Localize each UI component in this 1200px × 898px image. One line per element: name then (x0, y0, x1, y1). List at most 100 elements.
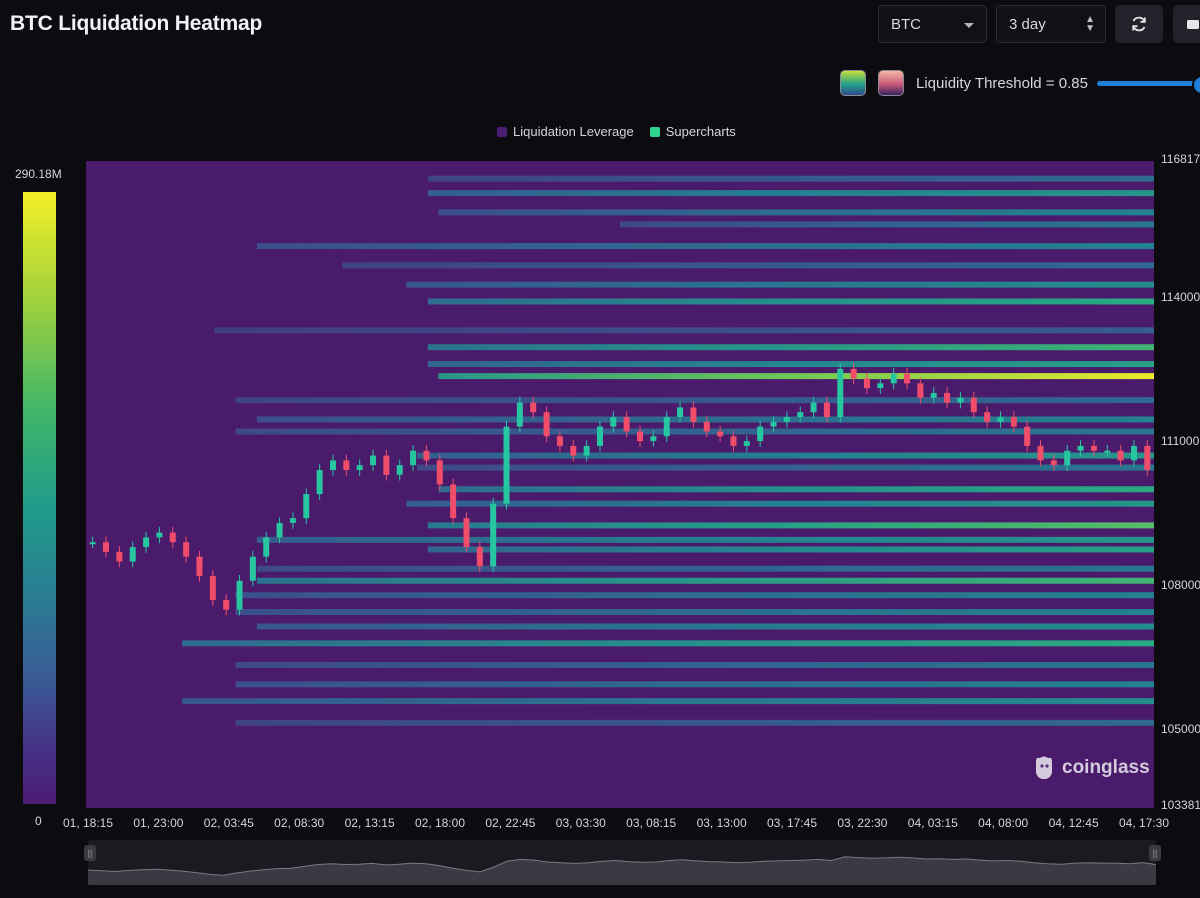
chevron-down-icon (964, 23, 974, 28)
chart-legend: Liquidation Leverage Supercharts (497, 124, 736, 139)
candle-body (1024, 426, 1031, 446)
candle-body (997, 417, 1004, 422)
brush-left-handle[interactable]: || (84, 845, 96, 861)
candle-body (156, 532, 163, 538)
slider-thumb[interactable] (1192, 75, 1200, 95)
candle-body (129, 547, 136, 562)
candle-body (757, 426, 764, 442)
candle-body (1050, 460, 1057, 466)
coinglass-watermark: coinglass (1032, 755, 1150, 781)
liquidity-band (182, 698, 1154, 705)
candle-body (623, 417, 630, 432)
liquidity-band (438, 486, 1154, 493)
liquidity-band (438, 209, 1154, 216)
liquidity-band (235, 681, 1154, 688)
candle-body (450, 484, 457, 519)
x-axis-tick-label: 03, 08:15 (626, 816, 677, 830)
candle-body (917, 383, 924, 398)
candle-body (1130, 445, 1137, 461)
color-scheme-viridis-swatch[interactable] (840, 70, 866, 96)
candle-body (343, 460, 350, 471)
candle-body (783, 417, 790, 422)
candle-body (1037, 445, 1044, 461)
legend-item-supercharts[interactable]: Supercharts (649, 124, 736, 139)
x-axis-tick-label: 02, 03:45 (203, 816, 254, 830)
candle-body (944, 392, 951, 403)
liquidity-band (235, 428, 1154, 435)
liquidity-band (427, 190, 1154, 197)
candle-body (383, 455, 390, 475)
liquidity-band (256, 623, 1154, 630)
range-select[interactable]: 3 day ▲ ▼ (996, 5, 1106, 43)
heatmap-plot[interactable] (86, 161, 1154, 808)
liquidity-band (214, 327, 1154, 334)
candle-body (1090, 445, 1097, 451)
candle-body (1077, 445, 1084, 451)
liquidity-threshold-label: Liquidity Threshold = 0.85 (916, 75, 1088, 92)
sort-updown-icon: ▲ ▼ (1085, 14, 1095, 34)
candle-body (516, 402, 523, 427)
candle-body (650, 436, 657, 442)
liquidity-band (427, 361, 1154, 368)
refresh-button[interactable] (1115, 5, 1163, 43)
color-scheme-magma-swatch[interactable] (878, 70, 904, 96)
time-range-brush[interactable] (88, 840, 1156, 885)
legend-swatch (497, 126, 507, 137)
liquidity-band (406, 281, 1154, 288)
candle-body (370, 455, 377, 466)
candle-body (276, 522, 283, 538)
x-axis-tick-label: 04, 03:15 (907, 816, 958, 830)
candle-body (356, 465, 363, 471)
candle-body (1117, 450, 1124, 461)
y-axis-tick-label: 114000 (1161, 290, 1200, 304)
page: BTC Liquidation Heatmap BTC 3 day ▲ ▼ Liq… (0, 0, 1200, 898)
brush-right-handle[interactable]: || (1149, 845, 1161, 861)
candle-body (743, 441, 750, 446)
candle-body (463, 518, 470, 548)
liquidity-threshold-slider[interactable] (1097, 81, 1200, 86)
legend-item-liquidation-leverage[interactable]: Liquidation Leverage (497, 124, 634, 139)
candle-body (236, 580, 243, 610)
colorbar-max-label: 290.18M (15, 167, 62, 181)
x-axis-tick-label: 01, 18:15 (62, 816, 114, 830)
candle-body (329, 460, 336, 471)
symbol-select-value: BTC (891, 15, 921, 33)
candle-body (863, 378, 870, 389)
candle-body (690, 407, 697, 422)
liquidity-band (427, 344, 1154, 351)
candle-body (89, 542, 96, 545)
candle-body (423, 450, 430, 461)
x-axis-tick-label: 02, 08:30 (274, 816, 325, 830)
x-axis-tick-label: 04, 12:45 (1048, 816, 1099, 830)
candle-body (663, 417, 670, 437)
candle-body (209, 575, 216, 601)
candle-body (677, 407, 684, 418)
candle-body (730, 436, 737, 446)
liquidity-band (235, 719, 1154, 726)
candle-body (556, 436, 563, 446)
candle-body (303, 494, 310, 519)
liquidity-band (256, 565, 1154, 572)
candle-body (169, 532, 176, 543)
refresh-icon (1132, 16, 1146, 32)
legend-label: Supercharts (665, 124, 736, 139)
brush-preview (88, 856, 1156, 885)
candle-body (143, 537, 150, 548)
liquidity-band (427, 546, 1154, 553)
colorbar (23, 192, 56, 804)
symbol-select[interactable]: BTC (878, 5, 987, 43)
candle-body (1144, 445, 1151, 471)
candle-body (1010, 417, 1017, 427)
colorbar-min-label: 0 (35, 814, 42, 828)
candle-body (1064, 450, 1071, 466)
candle-body (810, 402, 817, 413)
candle-body (183, 542, 190, 557)
x-axis-tick-label: 03, 17:45 (766, 816, 818, 830)
liquidity-band (235, 609, 1154, 616)
camera-button[interactable] (1173, 5, 1200, 43)
candle-body (249, 556, 256, 581)
candle-body (436, 460, 443, 485)
candle-body (930, 392, 937, 398)
candle-body (970, 397, 977, 413)
liquidity-band (406, 500, 1154, 507)
